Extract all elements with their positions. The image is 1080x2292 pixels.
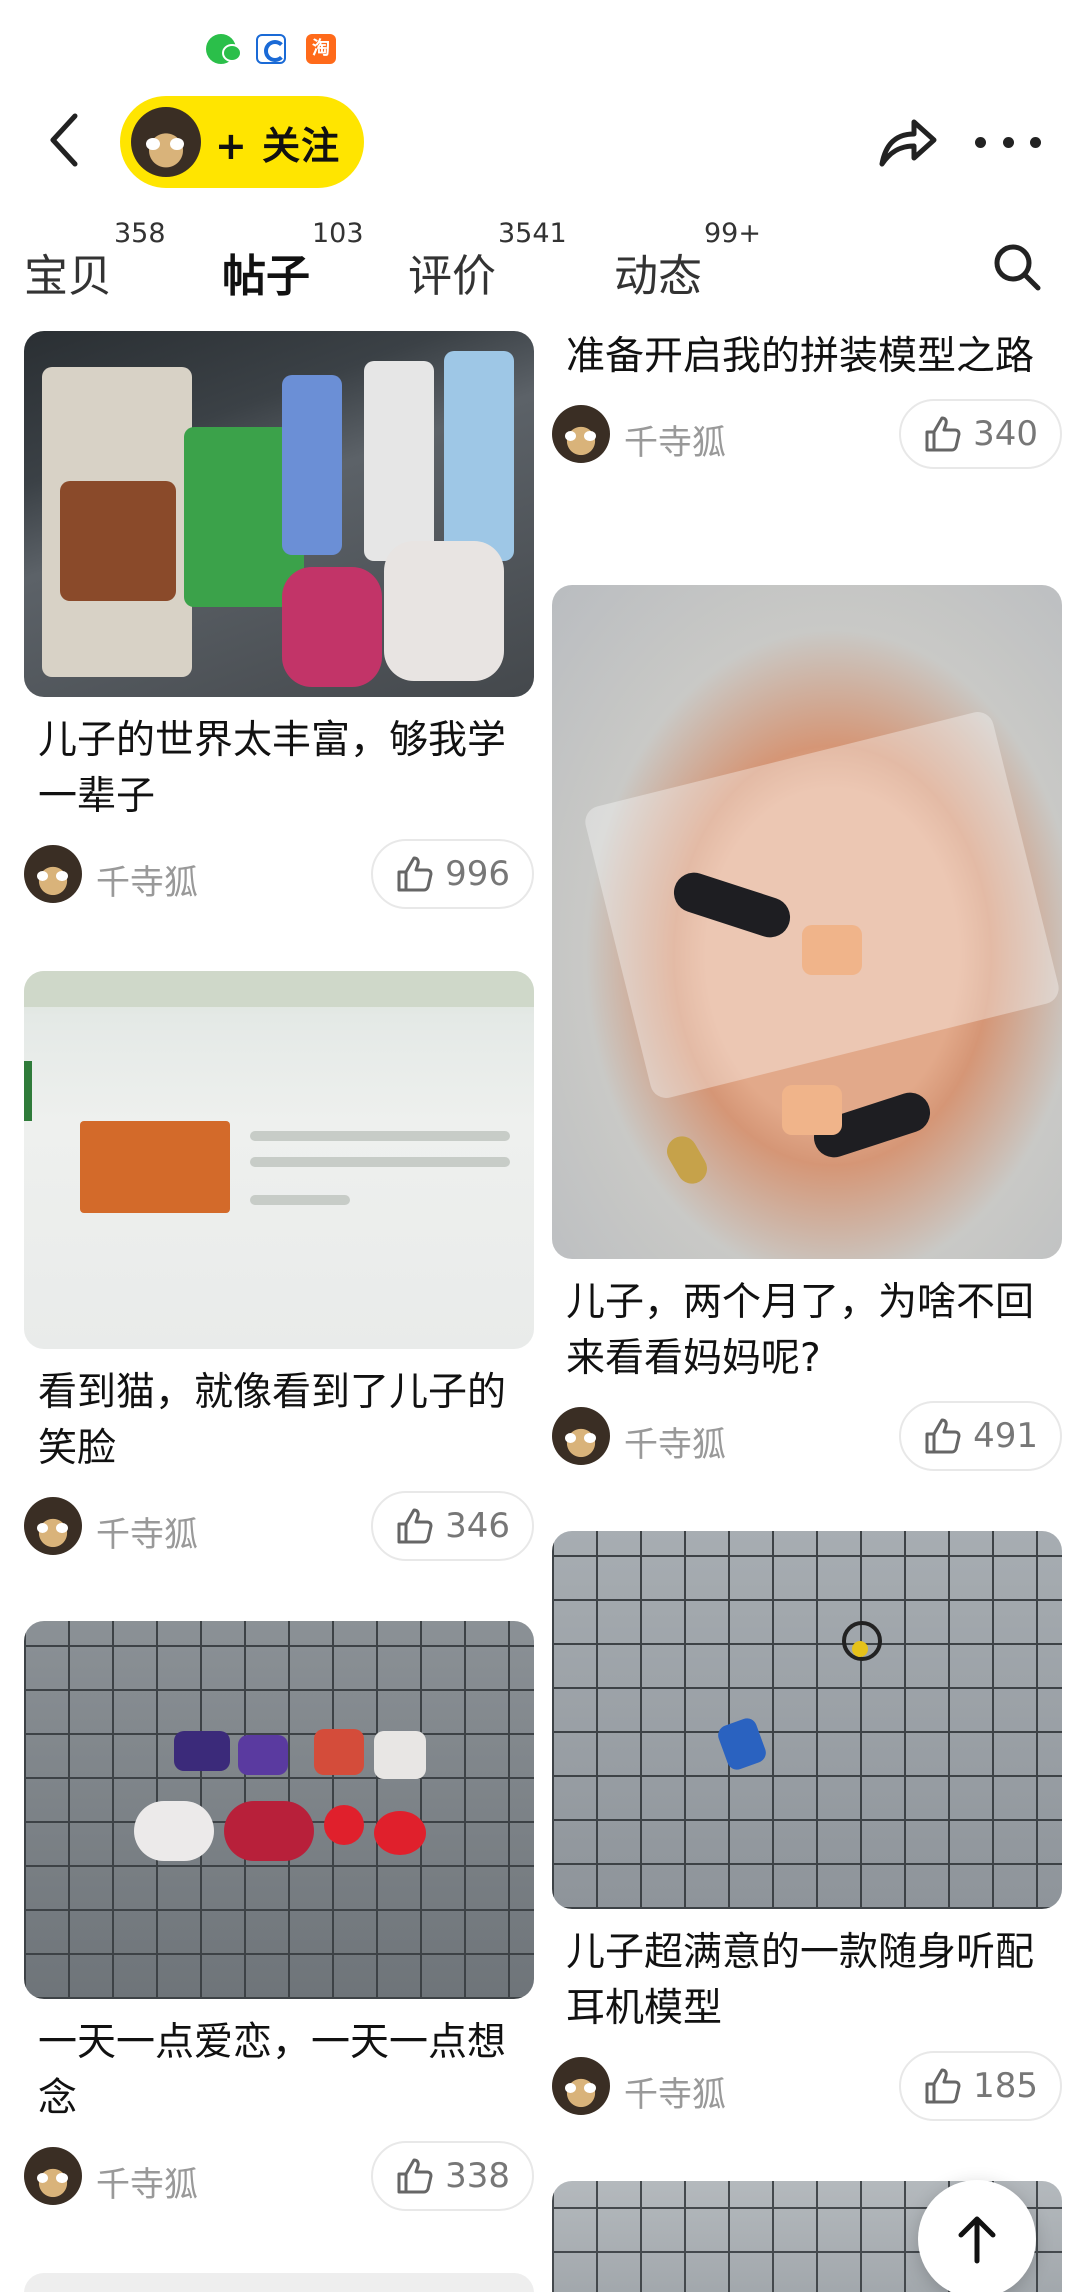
post-meta: 千寺狐 340 [552,399,1062,471]
author-name[interactable]: 千寺狐 [96,1507,198,1556]
like-count: 491 [973,1416,1038,1456]
post-image[interactable] [552,1531,1062,1909]
like-button[interactable]: 340 [899,399,1062,469]
avatar[interactable] [552,2057,610,2115]
tab-count: 3541 [498,218,567,249]
post-meta: 千寺狐 996 [24,839,534,911]
avatar[interactable] [24,2147,82,2205]
tab-label: 宝贝 [24,251,112,302]
post-title: 儿子，两个月了，为啥不回来看看妈妈呢? [566,1280,1035,1381]
chevron-left-icon [50,113,78,167]
tab-label: 动态 [614,251,702,302]
profile-tabs: 宝贝358 帖子103 评价3541 动态99+ [0,218,1080,308]
thumbs-up-icon [397,2158,433,2194]
thumbs-up-icon [397,856,433,892]
follow-button[interactable]: + 关注 [120,96,364,188]
post-card[interactable]: 准备开启我的拼装模型之路 千寺狐 340 [552,325,1062,471]
search-button[interactable] [990,240,1044,294]
post-meta: 千寺狐 185 [552,2051,1062,2123]
post-card[interactable]: 儿子，两个月了，为啥不回来看看妈妈呢? 千寺狐 491 [552,585,1062,1473]
scroll-to-top-button[interactable] [918,2180,1036,2292]
author-name[interactable]: 千寺狐 [624,2067,726,2116]
search-icon [994,244,1041,291]
tab-activity[interactable]: 动态99+ [614,218,761,302]
follow-label: + 关注 [215,123,341,168]
post-image[interactable] [552,585,1062,1259]
author-name[interactable]: 千寺狐 [96,2157,198,2206]
ctrip-icon [256,34,286,64]
like-button[interactable]: 996 [371,839,534,909]
tab-label: 帖子 [218,240,314,304]
thumbs-up-icon [925,1418,961,1454]
dot-icon [1002,136,1014,148]
back-button[interactable] [36,110,92,170]
post-card[interactable]: 儿子超满意的一款随身听配耳机模型 千寺狐 185 [552,1531,1062,2123]
tab-count: 358 [114,218,166,249]
thumbs-up-icon [397,1508,433,1544]
tab-reviews[interactable]: 评价3541 [408,218,567,302]
like-button[interactable]: 346 [371,1491,534,1561]
tab-items[interactable]: 宝贝358 [24,218,166,302]
thumbs-up-icon [925,416,961,452]
avatar[interactable] [131,107,201,177]
tab-count: 99+ [704,218,761,249]
post-title: 儿子的世界太丰富，够我学一辈子 [38,718,507,819]
like-count: 996 [445,854,510,894]
post-image[interactable] [24,2273,534,2292]
taobao-icon: 淘 [306,34,336,64]
post-card[interactable]: 看到猫，就像看到了儿子的笑脸 千寺狐 346 [24,971,534,1563]
thumbs-up-icon [925,2068,961,2104]
avatar[interactable] [24,845,82,903]
share-icon [879,119,937,167]
post-card[interactable] [24,2273,534,2292]
tab-label: 评价 [408,251,496,302]
like-button[interactable]: 338 [371,2141,534,2211]
tab-count: 103 [312,218,364,249]
author-name[interactable]: 千寺狐 [96,855,198,904]
post-meta: 千寺狐 346 [24,1491,534,1563]
post-title: 儿子超满意的一款随身听配耳机模型 [566,1930,1035,2031]
post-title: 一天一点爱恋，一天一点想念 [38,2020,507,2121]
wechat-icon [206,34,242,64]
author-name[interactable]: 千寺狐 [624,1417,726,1466]
status-bar: 淘 [0,0,1080,92]
like-button[interactable]: 185 [899,2051,1062,2121]
header: + 关注 [0,92,1080,188]
like-count: 185 [973,2066,1038,2106]
post-image[interactable] [24,331,534,697]
post-meta: 千寺狐 338 [24,2141,534,2213]
tab-posts[interactable]: 帖子103 [218,218,364,302]
post-meta: 千寺狐 491 [552,1401,1062,1473]
avatar[interactable] [552,405,610,463]
arrow-up-icon [958,2216,996,2264]
post-feed: 儿子的世界太丰富，够我学一辈子 千寺狐 996 看到猫，就像看到了儿子的笑脸 千… [0,325,1080,2292]
dot-icon [1030,136,1041,148]
post-image[interactable] [24,971,534,1349]
like-count: 338 [445,2156,510,2196]
post-card[interactable]: 一天一点爱恋，一天一点想念 千寺狐 338 [24,1621,534,2213]
dot-icon [975,136,986,148]
like-count: 340 [973,414,1038,454]
author-name[interactable]: 千寺狐 [624,415,726,464]
more-button[interactable] [975,122,1041,162]
avatar[interactable] [552,1407,610,1465]
post-card[interactable]: 儿子的世界太丰富，够我学一辈子 千寺狐 996 [24,331,534,911]
like-button[interactable]: 491 [899,1401,1062,1471]
share-button[interactable] [876,112,940,172]
post-title: 准备开启我的拼装模型之路 [566,334,1035,379]
like-count: 346 [445,1506,510,1546]
avatar[interactable] [24,1497,82,1555]
post-title: 看到猫，就像看到了儿子的笑脸 [38,1370,507,1471]
post-image[interactable] [24,1621,534,1999]
